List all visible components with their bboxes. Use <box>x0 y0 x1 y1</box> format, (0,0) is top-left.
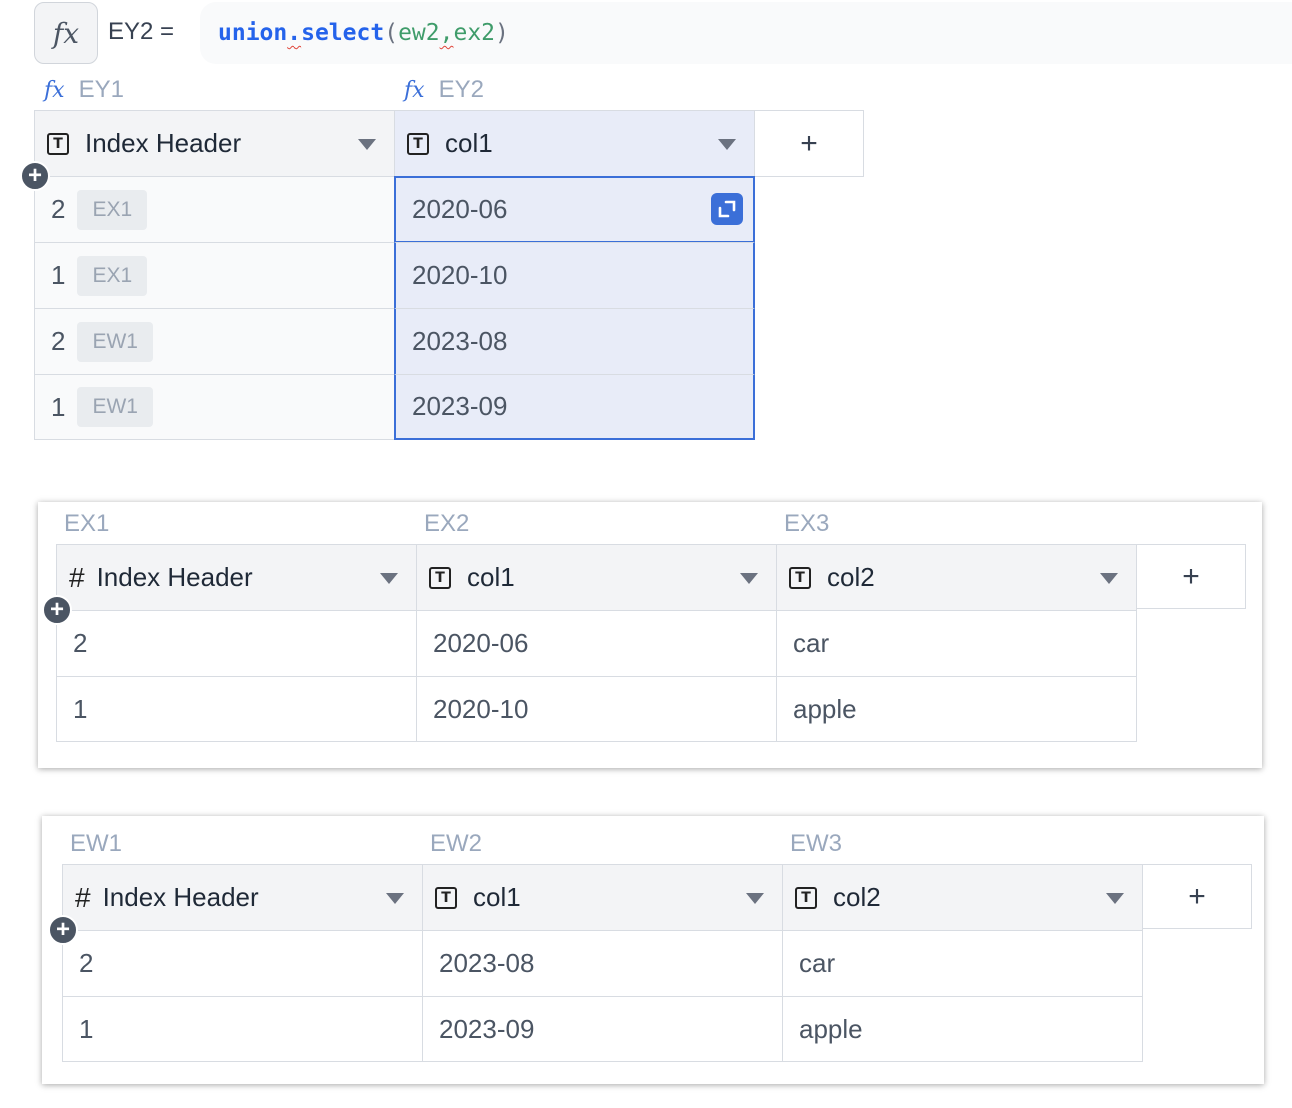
table-row-index: 1 EX1 <box>34 242 395 309</box>
chevron-down-icon[interactable] <box>1100 572 1118 584</box>
column-label-ey1: fx EY1 <box>44 76 124 103</box>
column-label-ew2: EW2 <box>430 830 483 857</box>
formula-fn-select: select <box>301 20 385 46</box>
selected-cell[interactable]: 2020-06 <box>394 176 755 243</box>
table-cell[interactable]: 2020-10 <box>416 676 777 742</box>
header-index-ey1[interactable]: T Index Header <box>34 110 395 177</box>
header-col2-ex3[interactable]: T col2 <box>776 544 1137 611</box>
chevron-down-icon[interactable] <box>386 892 404 904</box>
header-col1-ex2[interactable]: T col1 <box>416 544 777 611</box>
table-cell[interactable]: 1 <box>62 996 423 1062</box>
column-label-ex3: EX3 <box>784 510 830 537</box>
chevron-down-icon[interactable] <box>746 892 764 904</box>
text-type-icon: T <box>407 132 429 155</box>
fx-icon: fx <box>44 77 65 103</box>
table-row-index: 1 EW1 <box>34 374 395 440</box>
table-cell[interactable]: 2 <box>62 930 423 997</box>
text-type-icon: T <box>789 566 811 589</box>
chevron-down-icon[interactable] <box>1106 892 1124 904</box>
header-col1-ew2[interactable]: T col1 <box>422 864 783 931</box>
formula-paren-open: ( <box>384 20 399 46</box>
table-cell[interactable]: 1 <box>56 676 417 742</box>
table-cell[interactable]: 2020-10 <box>394 242 755 309</box>
header-index-ex1[interactable]: # Index Header <box>56 544 417 611</box>
add-column-button[interactable]: + <box>754 110 864 177</box>
text-type-icon: T <box>795 886 817 909</box>
source-tag: EX1 <box>77 255 148 296</box>
table-cell[interactable]: car <box>776 610 1137 677</box>
chevron-down-icon[interactable] <box>358 138 376 150</box>
table-row-index: 2 EW1 <box>34 308 395 375</box>
table-cell[interactable]: 2023-09 <box>394 374 755 440</box>
table-cell[interactable]: apple <box>782 996 1143 1062</box>
header-col2-ew3[interactable]: T col2 <box>782 864 1143 931</box>
text-type-icon: T <box>47 132 69 155</box>
column-label-ew1: EW1 <box>70 830 123 857</box>
column-label-ey2: fx EY2 <box>404 76 484 103</box>
table-cell[interactable]: 2023-09 <box>422 996 783 1062</box>
formula-arg-ew2: ew2 <box>398 20 440 46</box>
table-cell[interactable]: 2 <box>56 610 417 677</box>
add-column-button[interactable]: + <box>1136 544 1246 609</box>
chevron-down-icon[interactable] <box>718 138 736 150</box>
add-row-icon[interactable]: + <box>42 595 72 625</box>
formula-cell-name: EY2 = <box>108 18 175 45</box>
formula-input[interactable]: union. select(ew2, ex2) <box>200 2 1292 64</box>
add-column-button[interactable]: + <box>1142 864 1252 929</box>
header-index-ew1[interactable]: # Index Header <box>62 864 423 931</box>
table-cell[interactable]: apple <box>776 676 1137 742</box>
source-tag: EX1 <box>77 189 148 230</box>
table-row-index: 2 EX1 <box>34 176 395 243</box>
number-type-icon: # <box>75 881 91 913</box>
table-cell[interactable]: 2020-06 <box>416 610 777 677</box>
header-col1-ey2[interactable]: T col1 <box>394 110 755 177</box>
formula-fn-union: union <box>218 20 288 46</box>
expand-icon[interactable] <box>711 193 743 225</box>
formula-paren-close: ) <box>495 20 509 46</box>
column-label-ew3: EW3 <box>790 830 843 857</box>
fx-icon: fx <box>52 16 80 50</box>
column-label-ex2: EX2 <box>424 510 470 537</box>
source-tag: EW1 <box>77 321 153 362</box>
table-cell[interactable]: car <box>782 930 1143 997</box>
chevron-down-icon[interactable] <box>740 572 758 584</box>
add-row-icon[interactable]: + <box>20 161 50 191</box>
source-tag: EW1 <box>77 387 153 427</box>
add-row-icon[interactable]: + <box>48 915 78 945</box>
formula-comma: , <box>439 20 454 46</box>
table-cell[interactable]: 2023-08 <box>422 930 783 997</box>
formula-arg-ex2: ex2 <box>453 20 496 46</box>
fx-icon: fx <box>404 77 425 103</box>
chevron-down-icon[interactable] <box>380 572 398 584</box>
formula-fx-button[interactable]: fx <box>34 2 98 64</box>
number-type-icon: # <box>69 561 85 593</box>
table-cell[interactable]: 2023-08 <box>394 308 755 375</box>
text-type-icon: T <box>435 886 457 909</box>
formula-dot: . <box>287 20 302 46</box>
column-label-ex1: EX1 <box>64 510 110 537</box>
text-type-icon: T <box>429 566 451 589</box>
